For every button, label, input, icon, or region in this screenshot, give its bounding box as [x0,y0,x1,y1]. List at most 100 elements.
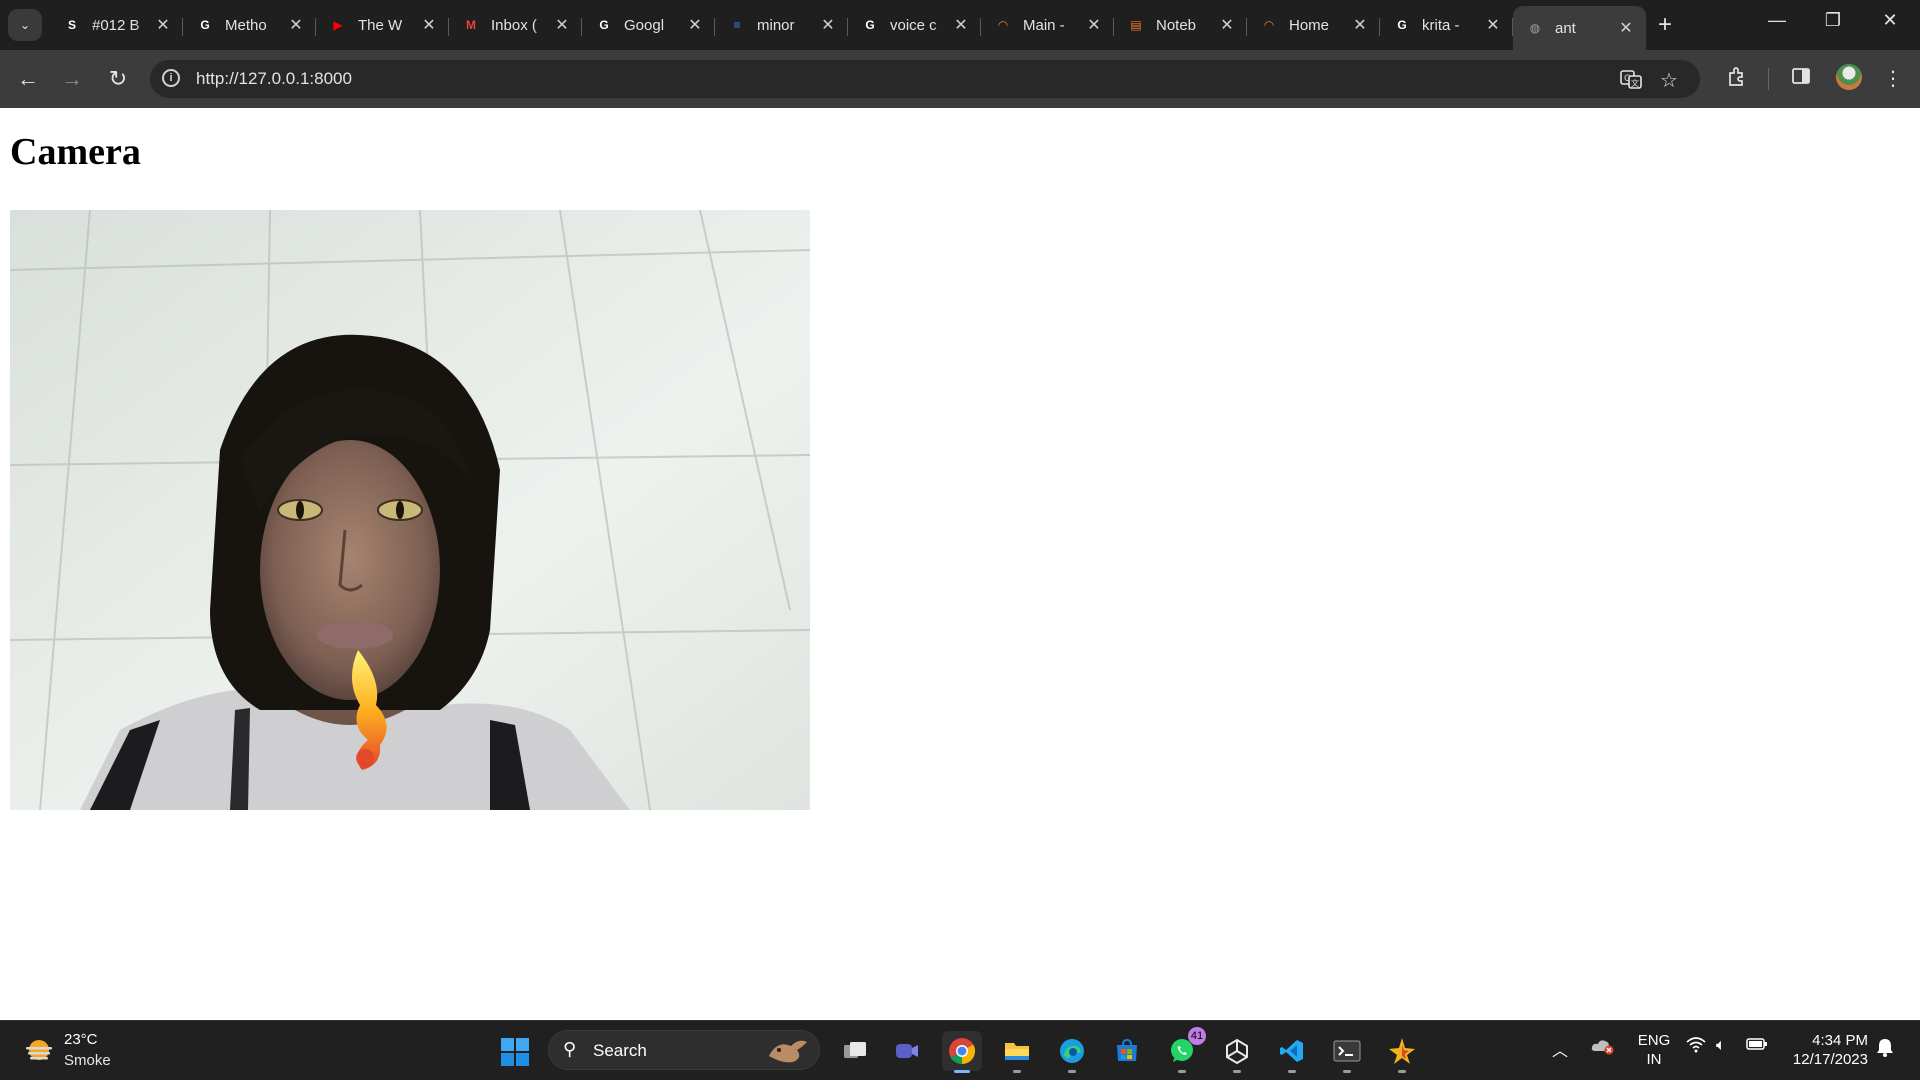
camera-frame-image [10,210,810,810]
tab-title: Home [1289,16,1330,34]
notification-badge: 41 [1188,1027,1206,1045]
back-button[interactable]: ← [14,65,42,93]
google-icon: G [599,18,609,32]
forward-button[interactable]: → [58,65,86,93]
notification-bell-icon[interactable] [1876,1037,1894,1062]
browser-tab[interactable]: ≡ minor ✕ [715,6,848,44]
system-clock[interactable]: 4:34 PM 12/17/2023 [1784,1031,1868,1069]
search-highlight-bird-icon [769,1040,807,1063]
jupyter-icon: ◠ [998,18,1008,32]
input-language-indicator[interactable]: ENG IN [1636,1031,1672,1069]
address-bar[interactable]: i http://127.0.0.1:8000 G 文 ☆ [150,60,1700,98]
battery-icon[interactable] [1746,1037,1768,1056]
browser-tab[interactable]: S #012 B ✕ [50,6,183,44]
browser-toolbar: ← → ↻ i http://127.0.0.1:8000 G 文 ☆ ⋮ [0,50,1920,108]
google-icon: G [200,18,210,32]
running-indicator [1013,1070,1021,1073]
microsoft-store-icon[interactable] [1107,1031,1147,1071]
tab-close-icon[interactable]: ✕ [1483,15,1503,35]
vscode-icon[interactable] [1272,1031,1312,1073]
running-indicator [1343,1070,1351,1073]
edge-icon[interactable] [1052,1031,1092,1073]
running-indicator [1068,1070,1076,1073]
globe-icon: ◍ [1529,21,1541,35]
minimize-button[interactable]: — [1757,10,1797,31]
browser-tab[interactable]: M Inbox (✕ [449,6,582,44]
toolbar-separator [1768,68,1769,90]
bookmark-star-icon[interactable]: ☆ [1660,68,1678,93]
tab-close-icon[interactable]: ✕ [1350,15,1370,35]
tab-close-icon[interactable]: ✕ [419,15,439,35]
camera-feed [10,210,810,810]
onedrive-error-icon[interactable] [1590,1037,1614,1060]
task-view-icon[interactable] [835,1031,875,1071]
reload-icon: ↻ [108,66,128,91]
google-icon: G [1397,18,1407,32]
terminal-icon[interactable] [1327,1031,1367,1073]
tab-title: #012 B [92,16,140,34]
tab-close-icon[interactable]: ✕ [1084,15,1104,35]
running-indicator [1288,1070,1296,1073]
tab-close-icon[interactable]: ✕ [552,15,572,35]
tab-title: krita - [1422,16,1460,34]
new-tab-button[interactable]: + [1652,12,1678,38]
taskbar-search-box[interactable]: ⚲ Search [548,1030,820,1070]
show-hidden-icons-chevron-icon[interactable]: ︿ [1552,1037,1568,1061]
tab-title: minor [757,16,795,34]
browser-tab[interactable]: G Googl ✕ [582,6,715,44]
chevron-down-icon: ⌄ [19,18,31,32]
menu-kebab-icon[interactable]: ⋮ [1879,66,1907,91]
windows-start-icon[interactable] [500,1037,530,1067]
weather-smoke-icon[interactable] [24,1035,54,1065]
browser-tab[interactable]: ▤ Noteb ✕ [1114,6,1247,44]
tab-close-icon[interactable]: ✕ [1217,15,1237,35]
tab-title: The W [358,16,403,34]
tab-close-icon[interactable]: ✕ [685,15,705,35]
browser-tab[interactable]: Gkrita - ✕ [1380,6,1513,44]
reload-button[interactable]: ↻ [104,65,132,93]
chrome-icon[interactable] [942,1031,982,1073]
tab-list: S #012 B ✕ G Metho ✕ ▶ The W ✕ M Inbox (✕ G Googl ✕ ≡ m… [50,6,1646,50]
youtube-icon: ▶ [333,18,343,32]
volume-icon[interactable]: 🔈︎ [1716,1037,1726,1055]
browser-tab[interactable]: ◠ Home ✕ [1247,6,1380,44]
tab-close-icon[interactable]: ✕ [818,15,838,35]
tab-search-button[interactable]: ⌄ [8,9,42,41]
jupyter-icon: ◠ [1264,18,1274,32]
restore-icon: ❐ [1824,10,1842,30]
clock-date: 12/17/2023 [1792,1051,1868,1068]
tab-close-icon[interactable]: ✕ [1616,18,1636,38]
notebook-icon: ▤ [1130,18,1142,32]
unity-icon[interactable] [1217,1031,1257,1073]
tab-strip: ⌄ S #012 B ✕ G Metho ✕ ▶ The W ✕ M Inbox (✕ G Googl ✕… [0,0,1920,50]
site-info-icon[interactable]: i [162,69,180,87]
back-arrow-icon: ← [17,66,39,91]
teams-meet-icon[interactable] [887,1031,927,1071]
weather-description[interactable]: Smoke [64,1052,111,1069]
close-window-button[interactable]: ✕ [1870,10,1910,31]
side-panel-icon[interactable] [1787,66,1815,92]
tab-title: Main - [1023,16,1065,34]
google-docs-icon: ≡ [733,18,741,32]
page-content: Camera [0,108,1920,1020]
browser-tab[interactable]: Gvoice c ✕ [848,6,981,44]
extensions-icon[interactable] [1723,66,1751,94]
wifi-icon[interactable] [1686,1037,1706,1058]
tab-close-icon[interactable]: ✕ [153,15,173,35]
browser-tab[interactable]: G Metho ✕ [183,6,316,44]
tab-close-icon[interactable]: ✕ [951,15,971,35]
tab-title: Googl [624,16,665,34]
file-explorer-icon[interactable] [997,1031,1037,1073]
browser-tab[interactable]: ▶ The W ✕ [316,6,449,44]
browser-tab[interactable]: ◍ ant ✕ [1513,6,1646,50]
browser-tab[interactable]: ◠ Main - ✕ [981,6,1114,44]
tab-close-icon[interactable]: ✕ [286,15,306,35]
translate-icon[interactable]: G 文 [1620,68,1642,96]
weather-temperature[interactable]: 23°C [64,1031,98,1048]
close-icon: ✕ [1882,10,1898,30]
whatsapp-icon[interactable]: 41 [1162,1027,1206,1073]
url-text[interactable]: http://127.0.0.1:8000 [196,69,352,89]
ai-sparkle-icon[interactable] [1382,1031,1422,1073]
restore-button[interactable]: ❐ [1813,10,1853,31]
profile-avatar[interactable] [1836,64,1862,90]
